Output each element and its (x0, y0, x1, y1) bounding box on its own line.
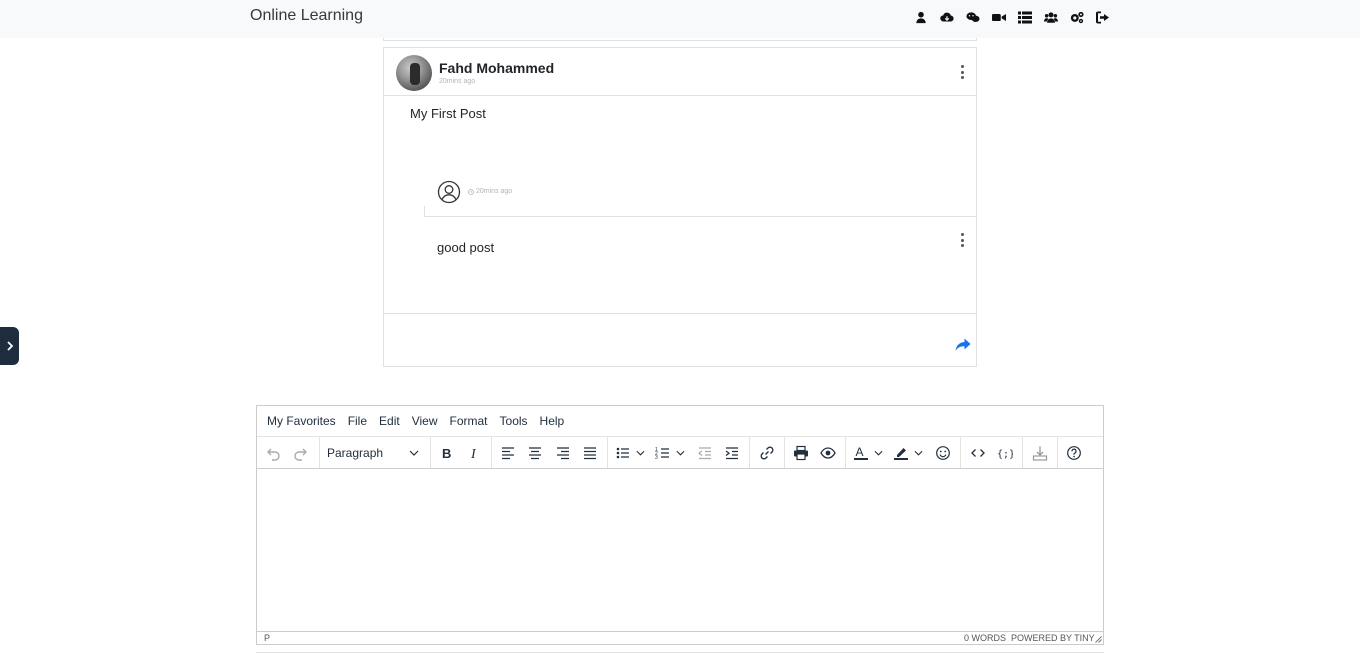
user-icon[interactable] (908, 9, 934, 25)
brand-title[interactable]: Online Learning (250, 7, 363, 25)
align-center-icon[interactable] (525, 441, 545, 465)
commenter-avatar-icon (437, 180, 461, 204)
nav-icon-group (908, 9, 1116, 25)
outdent-icon[interactable] (695, 441, 715, 465)
author-avatar[interactable] (396, 55, 432, 91)
rich-text-editor: My Favorites File Edit View Format Tools… (256, 405, 1104, 645)
chevron-down-icon (914, 450, 923, 456)
comment-options-icon[interactable] (957, 233, 967, 247)
post-body: My First Post (410, 106, 486, 121)
preview-icon[interactable] (818, 441, 838, 465)
list-icon[interactable] (1012, 9, 1038, 25)
text-color-icon: A (854, 445, 868, 460)
toolbar-separator (607, 437, 608, 468)
author-name[interactable]: Fahd Mohammed (439, 60, 554, 76)
align-right-icon[interactable] (553, 441, 573, 465)
text-color-button[interactable]: A (853, 441, 889, 465)
bullet-list-icon (616, 447, 629, 459)
comment-divider (424, 216, 976, 217)
toolbar-separator (491, 437, 492, 468)
editor-statusbar: P 0 WORDS POWERED BY TINY (257, 631, 1103, 644)
toolbar-separator (1022, 437, 1023, 468)
svg-text:3: 3 (655, 455, 658, 461)
toolbar-separator (960, 437, 961, 468)
page-bottom-divider (256, 652, 1104, 653)
chevron-down-icon (676, 450, 685, 456)
svg-text:I: I (470, 447, 477, 461)
comment-text: good post (437, 240, 495, 255)
logout-icon[interactable] (1090, 9, 1116, 25)
align-left-icon[interactable] (498, 441, 518, 465)
align-justify-icon[interactable] (580, 441, 600, 465)
video-icon[interactable] (986, 9, 1012, 25)
chevron-down-icon (874, 450, 883, 456)
sidebar-toggle-button[interactable] (0, 327, 19, 365)
previous-card-edge (383, 38, 977, 41)
post-card: Fahd Mohammed 20mins ago My First Post 2… (383, 47, 977, 367)
toolbar-separator (319, 437, 320, 468)
code-sample-icon[interactable]: {;} (995, 441, 1015, 465)
redo-icon[interactable] (291, 441, 311, 465)
cloud-download-icon[interactable] (934, 9, 960, 25)
settings-icon[interactable] (1064, 9, 1090, 25)
italic-icon[interactable]: I (464, 441, 484, 465)
help-icon[interactable] (1064, 441, 1084, 465)
menu-tools[interactable]: Tools (500, 414, 528, 428)
post-timestamp: 20mins ago (439, 78, 476, 85)
highlighter-icon (894, 448, 908, 460)
svg-text:B: B (442, 446, 451, 461)
post-options-icon[interactable] (957, 65, 967, 79)
comment-time-text: 20mins ago (476, 188, 513, 195)
toolbar-separator (1057, 437, 1058, 468)
editor-content-area[interactable] (257, 469, 1103, 631)
undo-icon[interactable] (263, 441, 283, 465)
toolbar-separator (749, 437, 750, 468)
element-path[interactable]: P (264, 633, 270, 643)
word-count[interactable]: 0 WORDS (964, 633, 1006, 643)
post-footer-divider (384, 313, 976, 314)
numbered-list-button[interactable]: 123 (655, 441, 691, 465)
menu-file[interactable]: File (348, 414, 367, 428)
menu-format[interactable]: Format (450, 414, 488, 428)
chat-icon[interactable] (960, 9, 986, 25)
svg-text:{;}: {;} (997, 449, 1013, 460)
bold-icon[interactable]: B (437, 441, 457, 465)
users-icon[interactable] (1038, 9, 1064, 25)
comment-timestamp: 20mins ago (468, 188, 512, 195)
editor-toolbar: Paragraph B I 123 A {; (257, 437, 1103, 469)
chevron-right-icon (6, 341, 13, 351)
share-icon[interactable] (955, 338, 971, 352)
comment: 20mins ago good post (424, 168, 976, 266)
resize-handle-icon[interactable] (1095, 636, 1102, 643)
print-icon[interactable] (791, 441, 811, 465)
toolbar-separator (845, 437, 846, 468)
numbered-list-icon: 123 (655, 447, 669, 461)
editor-menubar: My Favorites File Edit View Format Tools… (257, 406, 1103, 437)
toolbar-separator (784, 437, 785, 468)
highlight-color-button[interactable] (893, 441, 929, 465)
chevron-down-icon (636, 450, 645, 456)
svg-text:A: A (856, 445, 864, 459)
top-navbar: Online Learning (0, 0, 1360, 38)
post-header: Fahd Mohammed 20mins ago (384, 48, 976, 96)
menu-view[interactable]: View (412, 414, 438, 428)
menu-help[interactable]: Help (540, 414, 565, 428)
block-format-value: Paragraph (327, 446, 384, 460)
menu-edit[interactable]: Edit (379, 414, 400, 428)
code-icon[interactable] (968, 441, 988, 465)
clock-icon (468, 188, 474, 195)
bullet-list-button[interactable] (615, 441, 651, 465)
emoji-icon[interactable] (933, 441, 953, 465)
chevron-down-icon (409, 450, 419, 456)
link-icon[interactable] (757, 441, 777, 465)
download-icon[interactable] (1030, 441, 1050, 465)
indent-icon[interactable] (722, 441, 742, 465)
menu-my-favorites[interactable]: My Favorites (267, 414, 336, 428)
powered-by-link[interactable]: POWERED BY TINY (1011, 633, 1095, 643)
toolbar-separator (430, 437, 431, 468)
block-format-select[interactable]: Paragraph (323, 441, 423, 465)
